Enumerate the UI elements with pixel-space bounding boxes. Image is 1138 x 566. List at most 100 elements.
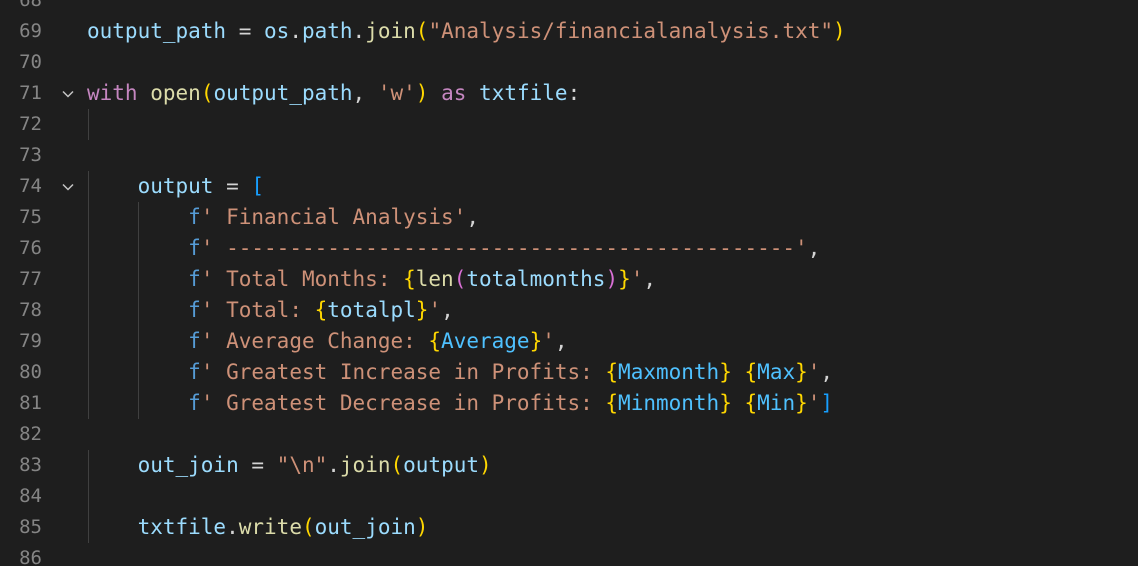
line-number: 72 bbox=[19, 113, 42, 135]
code-line[interactable]: 72 bbox=[0, 109, 1138, 140]
code-line[interactable]: 82 bbox=[0, 419, 1138, 450]
code-line[interactable]: 84 bbox=[0, 481, 1138, 512]
code-line[interactable]: 77 f' Total Months: {len(totalmonths)}', bbox=[0, 264, 1138, 295]
line-code: out_join = "\n".join(output) bbox=[87, 450, 492, 481]
code-token: ' bbox=[428, 298, 442, 322]
code-token: as bbox=[441, 81, 467, 105]
code-line[interactable]: 85 txtfile.write(out_join) bbox=[0, 512, 1138, 543]
line-code: f' -------------------------------------… bbox=[87, 233, 820, 264]
code-line[interactable]: 68 bbox=[0, 0, 1138, 16]
line-code: f' Financial Analysis', bbox=[87, 202, 479, 233]
line-code: txtfile.write(out_join) bbox=[87, 512, 429, 543]
line-code: f' Total: {totalpl}', bbox=[87, 295, 454, 326]
code-token: = bbox=[213, 174, 252, 198]
code-token: output bbox=[403, 453, 479, 477]
code-line[interactable]: 71 with open(output_path, 'w') as txtfile… bbox=[0, 78, 1138, 109]
code-token: write bbox=[238, 515, 302, 539]
code-token: txtfile bbox=[479, 81, 568, 105]
code-line[interactable]: 83 out_join = "\n".join(output) bbox=[0, 450, 1138, 481]
line-number: 71 bbox=[19, 82, 42, 104]
code-token: . bbox=[289, 19, 302, 43]
code-line[interactable]: 79 f' Average Change: {Average}', bbox=[0, 326, 1138, 357]
code-line[interactable]: 81 f' Greatest Decrease in Profits: { Min… bbox=[0, 388, 1138, 419]
code-token: ( bbox=[415, 19, 429, 43]
code-line[interactable]: 75 f' Financial Analysis', bbox=[0, 202, 1138, 233]
code-token: } bbox=[719, 391, 732, 415]
code-token: ) bbox=[833, 19, 846, 43]
code-token: Maxmonth bbox=[618, 360, 720, 384]
code-line[interactable]: 78 f' Total: {totalpl}', bbox=[0, 295, 1138, 326]
code-token: { bbox=[744, 360, 758, 384]
line-code: with open(output_path, 'w') as txtfile: bbox=[87, 78, 580, 109]
code-lines: 68 69 output_path = os.path.join("Analysis… bbox=[0, 0, 1138, 566]
code-line[interactable]: 73 bbox=[0, 140, 1138, 171]
line-number: 74 bbox=[19, 175, 42, 197]
indent-guide bbox=[88, 481, 89, 512]
code-token: ' bbox=[630, 267, 644, 291]
code-token: : bbox=[567, 81, 581, 105]
code-token: f bbox=[188, 267, 201, 291]
code-token: ' bbox=[542, 329, 555, 353]
line-number: 76 bbox=[19, 237, 42, 259]
line-number: 69 bbox=[19, 20, 42, 42]
line-number: 77 bbox=[19, 268, 42, 290]
code-line[interactable]: 86 bbox=[0, 543, 1138, 566]
code-token: . bbox=[352, 19, 366, 43]
code-token: ' Total Months: bbox=[200, 267, 404, 291]
code-token: } bbox=[529, 329, 543, 353]
code-line[interactable]: 69 output_path = os.path.join("Analysis/f… bbox=[0, 16, 1138, 47]
code-token: join bbox=[365, 19, 416, 43]
code-token: } bbox=[795, 360, 808, 384]
indent-guide bbox=[88, 109, 89, 140]
code-token: ( bbox=[453, 267, 467, 291]
code-token: with bbox=[87, 81, 138, 105]
code-token: ) bbox=[479, 453, 492, 477]
line-number: 75 bbox=[19, 206, 42, 228]
code-token: . bbox=[327, 453, 340, 477]
chevron-down-icon[interactable] bbox=[58, 171, 78, 202]
code-token: "Analysis/financialanalysis.txt" bbox=[428, 19, 834, 43]
code-token: ' Greatest Decrease in Profits: bbox=[200, 391, 606, 415]
code-token: { bbox=[403, 267, 416, 291]
code-token: = bbox=[238, 453, 277, 477]
code-token: ) bbox=[415, 81, 429, 105]
code-token: Min bbox=[757, 391, 796, 415]
code-token: output_path bbox=[87, 19, 227, 43]
code-token: f bbox=[188, 236, 201, 260]
code-editor[interactable]: 68 69 output_path = os.path.join("Analysis… bbox=[0, 0, 1138, 566]
code-token: ' bbox=[807, 360, 821, 384]
line-code: f' Greatest Decrease in Profits: {Minmon… bbox=[87, 388, 833, 419]
code-token: totalmonths bbox=[466, 267, 606, 291]
code-token: join bbox=[339, 453, 391, 477]
code-token: [ bbox=[251, 174, 265, 198]
code-token: { bbox=[605, 360, 619, 384]
chevron-down-icon[interactable] bbox=[58, 78, 78, 109]
code-line[interactable]: 80 f' Greatest Increase in Profits: {Max… bbox=[0, 357, 1138, 388]
code-token: ] bbox=[820, 391, 834, 415]
code-token: , bbox=[643, 267, 657, 291]
line-number: 78 bbox=[19, 299, 42, 321]
code-line[interactable]: 76 f' ----------------------------------… bbox=[0, 233, 1138, 264]
line-code: output_path = os.path.join("Analysis/fin… bbox=[87, 16, 846, 47]
code-token: , bbox=[466, 205, 479, 229]
code-token: ( bbox=[390, 453, 404, 477]
code-token: f bbox=[188, 391, 201, 415]
line-number: 81 bbox=[19, 392, 42, 414]
code-token: , bbox=[554, 329, 568, 353]
code-line[interactable]: 74 output = [ bbox=[0, 171, 1138, 202]
code-token: } bbox=[795, 391, 808, 415]
code-token: { bbox=[605, 391, 619, 415]
code-token: len bbox=[415, 267, 454, 291]
code-token: ' Total: bbox=[200, 298, 315, 322]
code-token: ) bbox=[605, 267, 619, 291]
code-line[interactable]: 70 bbox=[0, 47, 1138, 78]
